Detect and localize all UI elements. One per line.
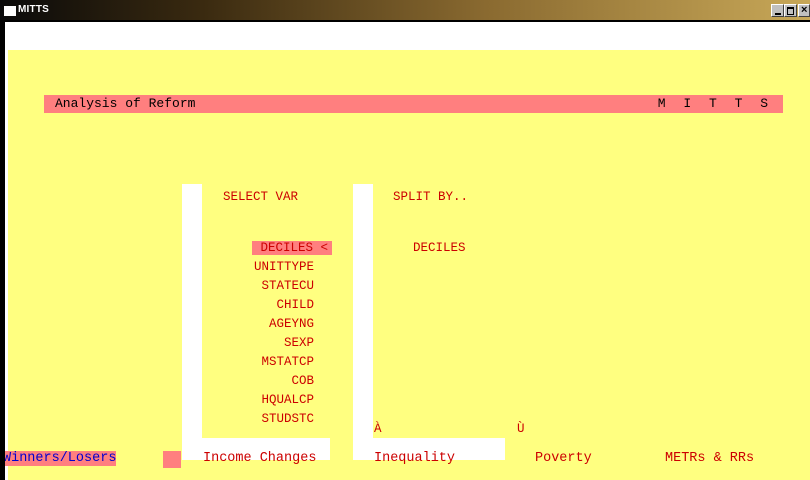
close-icon: ×	[801, 4, 808, 16]
tab-inequality[interactable]: Inequality	[374, 451, 455, 466]
window-title: MITTS	[18, 4, 49, 15]
tab-poverty[interactable]: Poverty	[535, 451, 592, 466]
active-tab-highlight	[163, 451, 181, 468]
client-area: Analysis of Reform M I T T S SELECT VAR …	[5, 22, 810, 480]
select-panel-left-border	[182, 184, 202, 460]
split-glyph-right: Ù	[517, 422, 525, 436]
split-by-value[interactable]: DECILES	[413, 241, 466, 255]
selected-variable: DECILES <	[252, 241, 332, 255]
maximize-button[interactable]	[784, 4, 797, 17]
variable-list-item[interactable]: AGEYNG	[269, 317, 314, 331]
header-bar: Analysis of Reform M I T T S	[44, 95, 783, 113]
variable-list-item[interactable]: STUDSTC	[261, 412, 314, 426]
tab-metrs-rrs[interactable]: METRs & RRs	[665, 451, 754, 466]
variable-list-item[interactable]: MSTATCP	[261, 355, 314, 369]
variable-list-item[interactable]: DECILES <	[252, 241, 332, 255]
function-tab-bar: Winners/Losers Income Changes Inequality…	[5, 449, 810, 468]
page-title: Analysis of Reform	[55, 96, 196, 111]
variable-list-item[interactable]: HQUALCP	[261, 393, 314, 407]
minimize-icon	[775, 13, 781, 15]
window-icon	[4, 6, 16, 16]
select-var-heading: SELECT VAR	[223, 190, 299, 204]
variable-list-item[interactable]: COB	[291, 374, 314, 388]
close-button[interactable]: ×	[798, 4, 810, 17]
variable-list-item[interactable]: SEXP	[284, 336, 314, 350]
minimize-button[interactable]	[771, 4, 784, 17]
main-screen: Analysis of Reform M I T T S SELECT VAR …	[8, 50, 810, 480]
split-glyph-left: À	[374, 422, 382, 436]
split-by-heading: SPLIT BY..	[393, 190, 469, 204]
variable-list-item[interactable]: STATECU	[261, 279, 314, 293]
window-left-border	[0, 22, 5, 480]
split-panel-left-border	[353, 184, 373, 460]
tab-income-changes[interactable]: Income Changes	[203, 451, 316, 466]
app-brand: M I T T S	[657, 96, 773, 111]
tab-winners-losers[interactable]: Winners/Losers	[5, 451, 117, 466]
maximize-icon	[787, 7, 794, 15]
variable-list-item[interactable]: UNITTYPE	[254, 260, 314, 274]
variable-list: DECILES < UNITTYPE STATECU CHILD AGEYNG …	[208, 241, 332, 431]
window-titlebar[interactable]: MITTS ×	[0, 0, 810, 22]
variable-list-item[interactable]: CHILD	[276, 298, 314, 312]
